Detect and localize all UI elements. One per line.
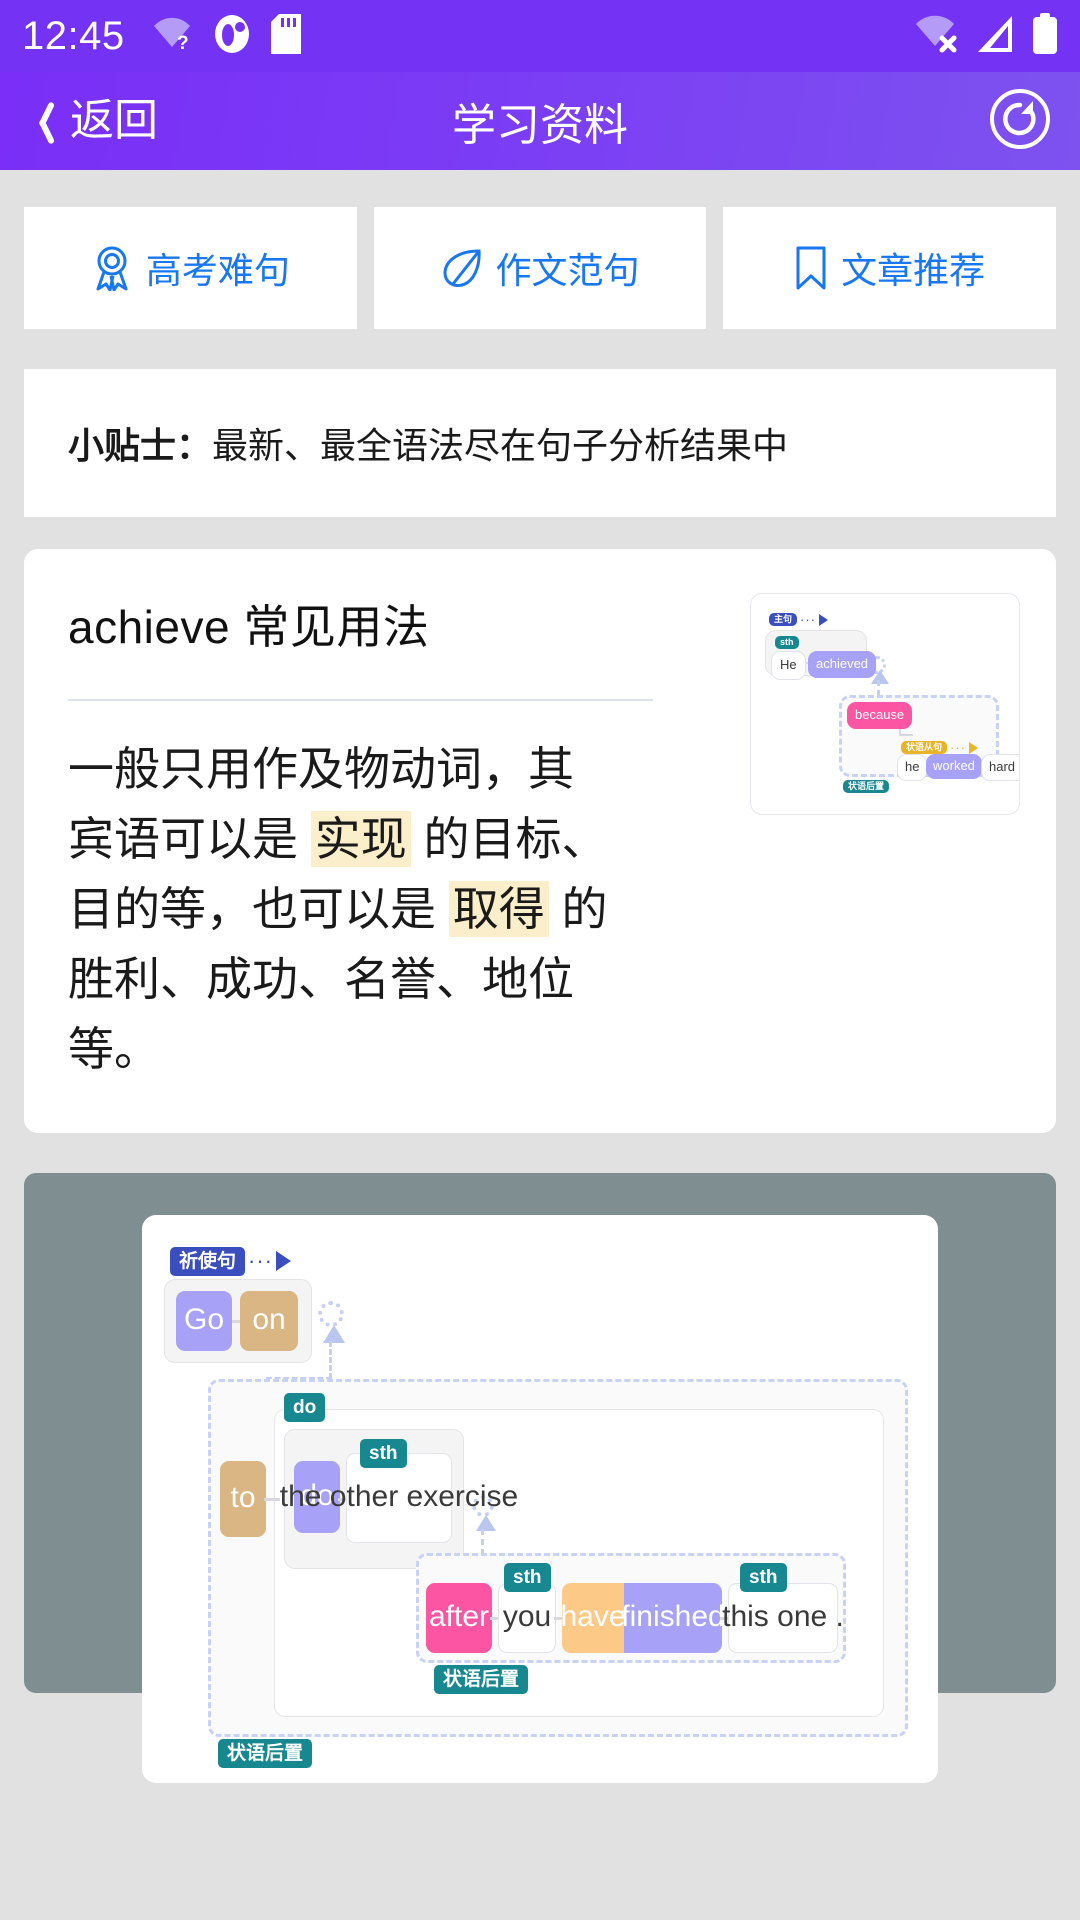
tip-text: 最新、最全语法尽在句子分析结果中 [212,425,789,466]
thumb-clause-flag-label: 主句 [769,613,798,626]
sd-card-icon [270,13,301,59]
big-clause-flag: 祈使句 ··· [170,1246,291,1276]
word-usage-card: achieve 常见用法 一般只用作及物动词，其宾语可以是 实现 的目标、目的等… [24,549,1056,1133]
status-bar-left-icons: ? [151,13,301,59]
sentence-tree-card[interactable]: 祈使句 ··· Go on do to sth do the other exe… [142,1214,938,1783]
big-arrow-icon [323,1324,345,1343]
page-content: 高考难句 作文范句 文章推荐 小贴士： 最新、最全语法尽在句子分析结果中 ach… [0,170,1080,1920]
refresh-button[interactable] [986,85,1054,158]
big-word-on: on [240,1290,298,1351]
tab-essay-model-sentences[interactable]: 作文范句 [373,207,707,329]
category-tabs: 高考难句 作文范句 文章推荐 [0,170,1080,329]
status-bar: 12:45 ? [0,0,1080,72]
big-connector-2 [264,1497,280,1501]
big-dash-vertical-2 [481,1528,484,1555]
sentence-tree-thumbnail[interactable]: 主句 ··· sth He achieved because 状语从句 ··· … [750,593,1020,815]
page-title: 学习资料 [452,101,628,150]
thumb-word-achieved: achieved [808,651,877,678]
tab-label: 文章推荐 [841,250,986,291]
flag-arrow-icon [969,741,979,754]
big-do-tag: do [284,1392,326,1422]
tip-card: 小贴士： 最新、最全语法尽在句子分析结果中 [24,369,1056,517]
highlight-term: 取得 [448,880,549,937]
leaf-icon [441,246,483,290]
tab-article-recommendations[interactable]: 文章推荐 [723,207,1057,329]
cellular-signal-icon [976,14,1016,59]
award-ribbon-icon [91,245,133,291]
flag-dots-icon: ··· [248,1248,273,1274]
thumb-dash-vertical [877,680,880,696]
big-word-you: you [498,1582,556,1653]
thumb-word-he2: he [897,754,928,781]
chevron-left-icon [26,98,60,144]
big-sub-sth-tag-1: sth [504,1562,551,1592]
tab-label: 高考难句 [145,250,290,291]
flag-dots-icon: ··· [950,740,967,755]
flag-arrow-icon [819,613,829,626]
thumb-connector-4 [899,734,913,736]
big-word-go: Go [176,1290,232,1351]
flag-arrow-icon [276,1251,291,1272]
big-word-have: have [560,1582,626,1653]
thumb-main-sth-tag: sth [775,636,799,649]
highlight-term: 实现 [310,810,411,867]
thumb-sub-flag-label: 状语从句 [901,741,948,754]
big-sub-sth-tag-2: sth [740,1562,787,1592]
tab-label: 作文范句 [495,250,640,291]
thumb-word-hard: hard . [981,754,1019,781]
tab-gaokao-hard-sentences[interactable]: 高考难句 [24,207,357,329]
status-bar-clock: 12:45 [22,14,125,58]
thumb-connector-because: because [847,702,913,729]
bookmark-icon [794,245,828,291]
back-button[interactable]: 返回 [26,98,158,144]
big-dot-ring-icon [318,1300,344,1327]
app-header: 返回 学习资料 [0,72,1080,170]
divider [68,699,654,701]
battery-full-icon [1032,12,1058,60]
big-dash-vertical [329,1340,332,1379]
thumb-clause-flag: 主句 ··· [769,612,829,627]
big-inner-bottom-tag: 状语后置 [434,1664,529,1694]
app-badge-icon [213,14,251,59]
sentence-tree-panel: 祈使句 ··· Go on do to sth do the other exe… [24,1172,1056,1783]
back-button-label: 返回 [70,96,158,145]
big-word-finished: finished [621,1582,725,1653]
big-outer-bottom-tag: 状语后置 [218,1738,313,1768]
word-usage-body: 一般只用作及物动词，其宾语可以是 实现 的目标、目的等，也可以是 取得 的胜利、… [68,735,616,1085]
thumb-word-he: He [771,651,806,680]
big-object-this-one: this one . [722,1582,844,1653]
big-clause-flag-label: 祈使句 [170,1246,246,1276]
thumb-sub-flag: 状语从句 ··· [901,740,979,755]
svg-text:?: ? [177,33,189,52]
big-inner-sth-tag: sth [360,1438,407,1468]
thumb-bottom-tag: 状语后置 [843,780,890,793]
wifi-off-icon [914,14,960,59]
thumb-word-worked: worked [926,754,982,779]
wifi-question-icon: ? [151,16,193,57]
refresh-icon [986,85,1054,158]
big-connector-after: after [426,1582,492,1653]
big-word-to: to [220,1460,266,1537]
flag-dots-icon: ··· [800,612,817,627]
tip-label: 小贴士： [68,425,213,466]
status-bar-right-icons [914,12,1058,60]
